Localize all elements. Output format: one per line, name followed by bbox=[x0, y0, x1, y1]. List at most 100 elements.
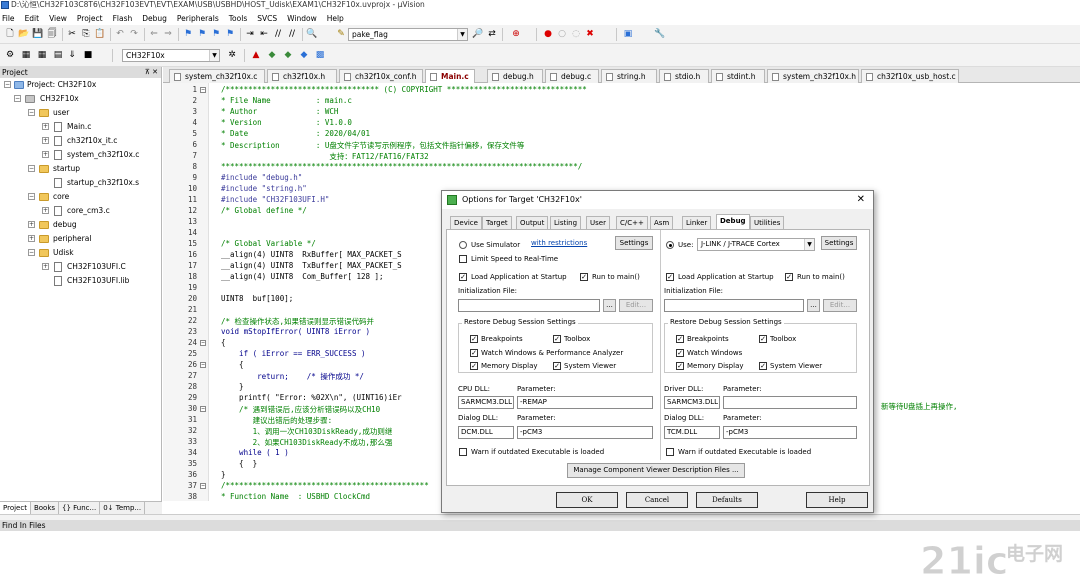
dialog-param-input-left[interactable]: -pCM3 bbox=[517, 426, 653, 439]
tab-asm[interactable]: Asm bbox=[650, 216, 674, 229]
fold-toggle-icon[interactable]: − bbox=[200, 406, 206, 412]
build-icon[interactable]: ▦ bbox=[20, 49, 32, 61]
edit-button-right[interactable]: Edit... bbox=[823, 299, 857, 312]
bookmark-next-icon[interactable]: ⚑ bbox=[210, 28, 222, 40]
collapse-icon[interactable]: − bbox=[14, 95, 21, 102]
tree-item-main-c[interactable]: + Main.c bbox=[0, 120, 161, 134]
tab-system-ch32f10x-h[interactable]: system_ch32f10x.h bbox=[767, 69, 859, 83]
run-to-main-checkbox-left[interactable]: ✓ bbox=[580, 273, 588, 281]
tree-item-peripheral[interactable]: + peripheral bbox=[0, 232, 161, 246]
memory-checkbox-left[interactable]: ✓ bbox=[470, 362, 478, 370]
warn-outdated-checkbox-left[interactable] bbox=[459, 448, 467, 456]
tab-stdio-h[interactable]: stdio.h bbox=[659, 69, 709, 83]
menu-flash[interactable]: Flash bbox=[113, 14, 133, 23]
nav-forward-icon[interactable]: ⇒ bbox=[162, 28, 174, 40]
run-to-main-checkbox-right[interactable]: ✓ bbox=[785, 273, 793, 281]
tab-debug[interactable]: Debug bbox=[716, 214, 750, 229]
expand-icon[interactable]: + bbox=[28, 235, 35, 242]
warn-outdated-checkbox-right[interactable] bbox=[666, 448, 674, 456]
driver-param-input[interactable] bbox=[723, 396, 857, 409]
dialog-dll-input-right[interactable]: TCM.DLL bbox=[664, 426, 720, 439]
cancel-button[interactable]: Cancel bbox=[626, 492, 688, 508]
tab-debug-h[interactable]: debug.h bbox=[487, 69, 543, 83]
collapse-icon[interactable]: − bbox=[4, 81, 11, 88]
memory-checkbox-right[interactable]: ✓ bbox=[676, 362, 684, 370]
find-in-files-icon[interactable]: 🔍 bbox=[306, 28, 318, 40]
unindent-icon[interactable]: ⇤ bbox=[258, 28, 270, 40]
tree-item-core[interactable]: − core bbox=[0, 190, 161, 204]
collapse-icon[interactable]: − bbox=[28, 165, 35, 172]
toolbox-checkbox-right[interactable]: ✓ bbox=[759, 335, 767, 343]
target-options-icon[interactable]: ✲ bbox=[226, 49, 238, 61]
watch-checkbox-left[interactable]: ✓ bbox=[470, 349, 478, 357]
fold-toggle-icon[interactable]: − bbox=[200, 483, 206, 489]
fold-toggle-icon[interactable]: − bbox=[200, 340, 206, 346]
chevron-down-icon[interactable]: ▼ bbox=[457, 29, 467, 40]
defaults-button[interactable]: Defaults bbox=[696, 492, 758, 508]
collapse-icon[interactable]: − bbox=[28, 249, 35, 256]
collapse-icon[interactable]: − bbox=[28, 109, 35, 116]
tree-item-ufi-lib[interactable]: CH32F103UFI.lib bbox=[0, 274, 161, 288]
dialog-dll-input-left[interactable]: DCM.DLL bbox=[458, 426, 514, 439]
menu-file[interactable]: File bbox=[2, 14, 15, 23]
pack-installer-icon[interactable]: ◆ bbox=[298, 49, 310, 61]
expand-icon[interactable]: + bbox=[42, 263, 49, 270]
rebuild-icon[interactable]: ▦ bbox=[36, 49, 48, 61]
stop-build-icon[interactable]: ■ bbox=[82, 49, 94, 61]
menu-debug[interactable]: Debug bbox=[142, 14, 167, 23]
breakpoint-insert-icon[interactable]: ● bbox=[542, 28, 554, 40]
expand-icon[interactable]: + bbox=[42, 207, 49, 214]
tab-utilities[interactable]: Utilities bbox=[750, 216, 785, 229]
tree-item-startup[interactable]: − startup bbox=[0, 162, 161, 176]
tab-ch32f10x-h[interactable]: ch32f10x.h bbox=[267, 69, 337, 83]
window-layout-icon[interactable]: ▣ bbox=[622, 28, 634, 40]
save-all-icon[interactable]: 🗐 bbox=[46, 28, 58, 40]
menu-svcs[interactable]: SVCS bbox=[257, 14, 277, 23]
menu-view[interactable]: View bbox=[49, 14, 67, 23]
batch-build-icon[interactable]: ▤ bbox=[52, 49, 64, 61]
tab-main-c[interactable]: Main.c bbox=[425, 69, 475, 83]
browse-button-right[interactable]: ... bbox=[807, 299, 820, 312]
driver-settings-button[interactable]: Settings bbox=[821, 236, 857, 250]
comment-icon[interactable]: // bbox=[272, 28, 284, 40]
tab-functions[interactable]: {} Func... bbox=[59, 502, 101, 514]
manage-rte-icon[interactable]: ◆ bbox=[266, 49, 278, 61]
with-restrictions-link[interactable]: with restrictions bbox=[531, 238, 587, 248]
menu-edit[interactable]: Edit bbox=[25, 14, 40, 23]
nav-back-icon[interactable]: ⇐ bbox=[148, 28, 160, 40]
expand-icon[interactable]: + bbox=[28, 221, 35, 228]
edit-button-left[interactable]: Edit... bbox=[619, 299, 653, 312]
incremental-find-icon[interactable]: 🔎 bbox=[472, 28, 484, 40]
copy-icon[interactable]: ⎘ bbox=[80, 28, 92, 40]
save-icon[interactable]: 💾 bbox=[32, 28, 44, 40]
replace-icon[interactable]: ⇄ bbox=[486, 28, 498, 40]
tab-usb-host-c[interactable]: ch32f10x_usb_host.c bbox=[861, 69, 959, 83]
expand-icon[interactable]: + bbox=[42, 123, 49, 130]
tab-ch32f10x-conf-h[interactable]: ch32f10x_conf.h bbox=[339, 69, 423, 83]
tab-listing[interactable]: Listing bbox=[550, 216, 582, 229]
uncomment-icon[interactable]: // bbox=[286, 28, 298, 40]
driver-dll-input[interactable]: SARMCM3.DLL bbox=[664, 396, 720, 409]
tree-item-core-cm3[interactable]: + core_cm3.c bbox=[0, 204, 161, 218]
tree-item-user[interactable]: − user bbox=[0, 106, 161, 120]
debug-session-icon[interactable]: ⊕ bbox=[510, 28, 522, 40]
tab-string-h[interactable]: string.h bbox=[601, 69, 657, 83]
bookmark-clear-icon[interactable]: ⚑ bbox=[224, 28, 236, 40]
target-select[interactable]: CH32F10x ▼ bbox=[122, 49, 220, 62]
panel-close-icon[interactable]: ⊼ ✕ bbox=[145, 67, 158, 78]
load-app-checkbox-left[interactable]: ✓ bbox=[459, 273, 467, 281]
download-icon[interactable]: ⇓ bbox=[66, 49, 78, 61]
tab-target[interactable]: Target bbox=[482, 216, 512, 229]
new-file-icon[interactable]: 🗋 bbox=[4, 28, 16, 40]
init-file-input-left[interactable] bbox=[458, 299, 600, 312]
bookmark-icon[interactable]: ⚑ bbox=[182, 28, 194, 40]
init-file-input-right[interactable] bbox=[664, 299, 804, 312]
breakpoint-enable-icon[interactable]: ○ bbox=[556, 28, 568, 40]
bookmark-prev-icon[interactable]: ⚑ bbox=[196, 28, 208, 40]
breakpoint-disable-icon[interactable]: ◌ bbox=[570, 28, 582, 40]
redo-icon[interactable]: ↷ bbox=[128, 28, 140, 40]
breakpoint-kill-icon[interactable]: ✖ bbox=[584, 28, 596, 40]
expand-icon[interactable]: + bbox=[42, 137, 49, 144]
system-viewer-checkbox-right[interactable]: ✓ bbox=[759, 362, 767, 370]
close-icon[interactable]: ✕ bbox=[857, 191, 865, 209]
